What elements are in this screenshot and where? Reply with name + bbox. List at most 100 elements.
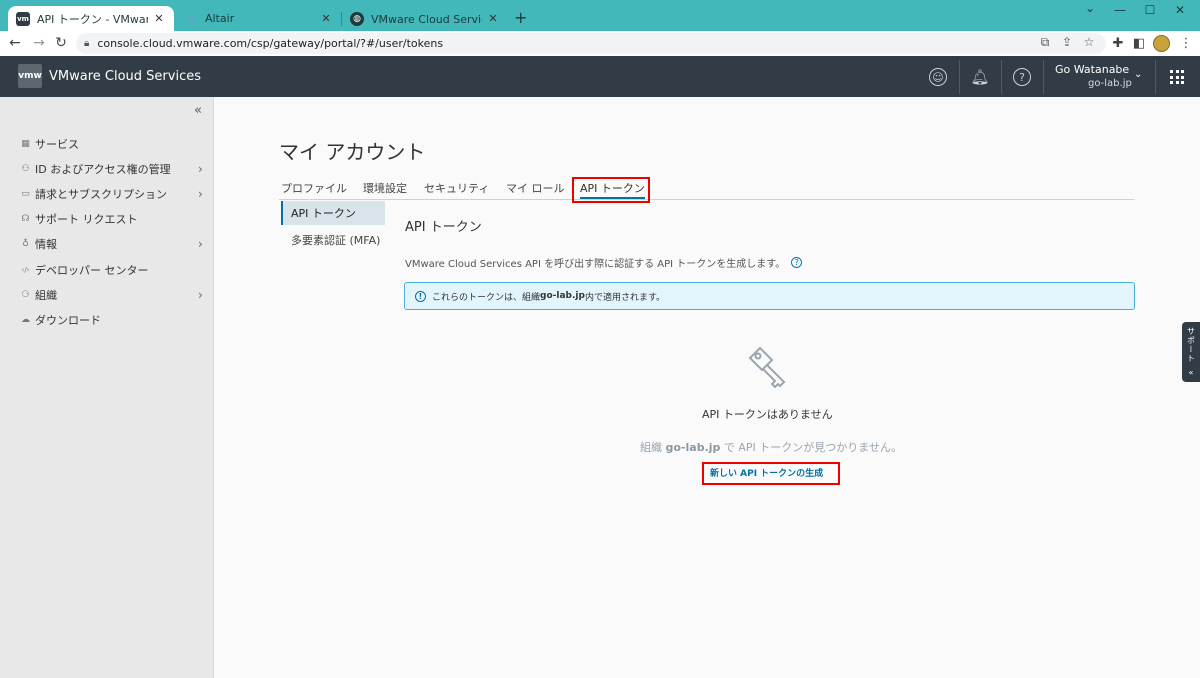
section-title: API トークン bbox=[405, 220, 482, 235]
sidebar-item-label: ID およびアクセス権の管理 bbox=[35, 163, 171, 176]
main-content: マイ アカウント プロファイル 環境設定 セキュリティ マイ ロール API ト… bbox=[215, 97, 1200, 678]
close-tab-icon[interactable]: ✕ bbox=[486, 12, 500, 25]
help-circle-icon[interactable]: ? bbox=[791, 257, 803, 268]
support-side-tab[interactable]: サポート « bbox=[1182, 322, 1200, 382]
new-tab-button[interactable]: + bbox=[514, 8, 527, 27]
tab-my-roles[interactable]: マイ ロール bbox=[506, 180, 565, 196]
header-divider bbox=[959, 60, 960, 94]
key-icon bbox=[748, 346, 786, 388]
close-tab-icon[interactable]: ✕ bbox=[319, 12, 333, 25]
altair-favicon-icon: △ bbox=[186, 12, 196, 25]
info-alert: ! これらのトークンは、組織 go-lab.jp 内で適用されます。 bbox=[404, 282, 1135, 310]
empty-prefix: 組織 bbox=[640, 441, 666, 454]
user-org[interactable]: go-lab.jp bbox=[1088, 78, 1132, 89]
profile-avatar[interactable] bbox=[1153, 35, 1170, 52]
browser-tab-login[interactable]: ◍ VMware Cloud Services - ログイン ✕ bbox=[342, 6, 508, 31]
subnav-mfa[interactable]: 多要素認証 (MFA) bbox=[281, 228, 401, 252]
sidebar-item-label: 組織 bbox=[35, 289, 57, 302]
sidebar-item-organization[interactable]: ⚆ 組織 › bbox=[0, 283, 214, 307]
forward-arrow-icon[interactable]: → bbox=[30, 35, 48, 51]
tab-title: VMware Cloud Services - ログイン bbox=[371, 12, 482, 26]
browser-tab-api-tokens[interactable]: vm API トークン - VMware Cloud Servic ✕ bbox=[8, 6, 174, 31]
sidebar-item-billing[interactable]: ▭ 請求とサブスクリプション › bbox=[0, 182, 214, 206]
chevron-down-icon[interactable]: ⌄ bbox=[1134, 69, 1142, 80]
user-name[interactable]: Go Watanabe bbox=[1055, 63, 1129, 76]
sidebar-item-info[interactable]: ♁ 情報 › bbox=[0, 232, 214, 256]
sidebar-item-label: 請求とサブスクリプション bbox=[35, 188, 167, 201]
sidebar-item-download[interactable]: ☁ ダウンロード bbox=[0, 308, 214, 332]
description-text: VMware Cloud Services API を呼び出す際に認証する AP… bbox=[405, 259, 786, 270]
empty-suffix: で API トークンが見つかりません。 bbox=[720, 441, 902, 454]
info-prefix: これらのトークンは、組織 bbox=[432, 292, 541, 303]
translate-icon[interactable]: ⧉ bbox=[1037, 35, 1053, 50]
back-arrow-icon[interactable]: ← bbox=[6, 35, 24, 51]
collapse-sidebar-icon[interactable]: « bbox=[194, 103, 202, 118]
menu-kebab-icon[interactable]: ⋮ bbox=[1177, 36, 1195, 51]
sidebar-item-label: ダウンロード bbox=[35, 314, 101, 327]
globe-favicon-icon: ◍ bbox=[350, 11, 364, 26]
url-bar[interactable]: 🔒︎ console.cloud.vmware.com/csp/gateway/… bbox=[76, 33, 1106, 54]
minimize-button[interactable]: — bbox=[1110, 3, 1130, 17]
sidebar-item-identity-access[interactable]: ⚇ ID およびアクセス権の管理 › bbox=[0, 157, 214, 181]
share-icon[interactable]: ⇪ bbox=[1059, 35, 1075, 49]
sidebar-item-label: サービス bbox=[35, 138, 79, 151]
users-icon: ⚇ bbox=[21, 164, 30, 174]
empty-state-description: 組織 go-lab.jp で API トークンが見つかりません。 bbox=[640, 439, 902, 455]
sidebar-item-label: サポート リクエスト bbox=[35, 213, 138, 226]
chevron-right-icon: › bbox=[198, 237, 203, 251]
account-tabs: プロファイル 環境設定 セキュリティ マイ ロール API トークン bbox=[279, 178, 1134, 200]
billing-icon: ▭ bbox=[21, 189, 30, 199]
extensions-puzzle-icon[interactable]: ✚ bbox=[1109, 36, 1127, 51]
header-divider bbox=[1001, 60, 1002, 94]
tab-profile[interactable]: プロファイル bbox=[281, 180, 347, 196]
org-icon: ⚆ bbox=[21, 290, 30, 300]
info-org: go-lab.jp bbox=[540, 291, 585, 301]
vmware-favicon-icon: vm bbox=[16, 11, 30, 26]
sidebar-item-support-request[interactable]: ☊ サポート リクエスト bbox=[0, 207, 214, 231]
highlight-box-generate bbox=[702, 462, 840, 485]
download-cloud-icon: ☁ bbox=[21, 315, 30, 325]
close-tab-icon[interactable]: ✕ bbox=[152, 12, 166, 25]
side-panel-icon[interactable]: ◧ bbox=[1130, 36, 1148, 51]
browser-tab-bar: vm API トークン - VMware Cloud Servic ✕ △ Al… bbox=[0, 0, 1200, 31]
sidebar-item-services[interactable]: ▦ サービス bbox=[0, 132, 214, 156]
tab-title: API トークン - VMware Cloud Servic bbox=[37, 12, 148, 26]
close-window-button[interactable]: ✕ bbox=[1170, 3, 1190, 17]
browser-toolbar: ← → ↻ 🔒︎ console.cloud.vmware.com/csp/ga… bbox=[0, 31, 1200, 56]
tab-security[interactable]: セキュリティ bbox=[424, 180, 489, 196]
bell-notification-icon[interactable]: 🔔︎ bbox=[970, 68, 989, 86]
tab-search-chevron-icon[interactable]: ⌄ bbox=[1080, 1, 1100, 15]
sidebar-item-label: デベロッパー センター bbox=[35, 264, 149, 277]
grid-icon: ▦ bbox=[21, 139, 30, 149]
subnav-api-tokens[interactable]: API トークン bbox=[281, 201, 385, 225]
browser-tab-altair[interactable]: △ Altair ✕ bbox=[176, 6, 341, 31]
highlight-box-tab bbox=[572, 177, 650, 203]
chevron-right-icon: › bbox=[198, 288, 203, 302]
app-title[interactable]: VMware Cloud Services bbox=[49, 69, 201, 84]
code-icon: ‹/› bbox=[21, 266, 30, 274]
chevron-right-icon: › bbox=[198, 187, 203, 201]
tab-title: Altair bbox=[205, 12, 235, 25]
vmware-logo[interactable]: vmw bbox=[18, 64, 42, 88]
lock-icon: 🔒︎ bbox=[84, 38, 90, 49]
url-text: console.cloud.vmware.com/csp/gateway/por… bbox=[97, 37, 444, 50]
description: VMware Cloud Services API を呼び出す際に認証する AP… bbox=[405, 255, 803, 270]
app-header: vmw VMware Cloud Services ☺ 🔔︎ ? Go Wata… bbox=[0, 56, 1200, 97]
chevron-double-left-icon: « bbox=[1188, 368, 1194, 377]
sidebar-item-developer-center[interactable]: ‹/› デベロッパー センター bbox=[0, 258, 214, 282]
maximize-button[interactable]: ☐ bbox=[1140, 3, 1160, 17]
reload-icon[interactable]: ↻ bbox=[52, 35, 70, 51]
sidebar: « ▦ サービス ⚇ ID およびアクセス権の管理 › ▭ 請求とサブスクリプシ… bbox=[0, 97, 214, 678]
sidebar-item-label: 情報 bbox=[35, 238, 57, 251]
help-question-icon[interactable]: ? bbox=[1013, 68, 1031, 86]
headset-icon: ☊ bbox=[21, 214, 30, 224]
info-circle-icon: ! bbox=[415, 290, 426, 302]
chevron-right-icon: › bbox=[198, 162, 203, 176]
header-divider bbox=[1155, 60, 1156, 94]
smiley-feedback-icon[interactable]: ☺ bbox=[929, 68, 947, 86]
support-tab-label: サポート bbox=[1186, 327, 1196, 363]
page-title: マイ アカウント bbox=[279, 140, 426, 164]
app-switcher-grid-icon[interactable] bbox=[1170, 70, 1184, 84]
bookmark-star-icon[interactable]: ☆ bbox=[1081, 35, 1097, 49]
tab-preferences[interactable]: 環境設定 bbox=[363, 180, 407, 196]
